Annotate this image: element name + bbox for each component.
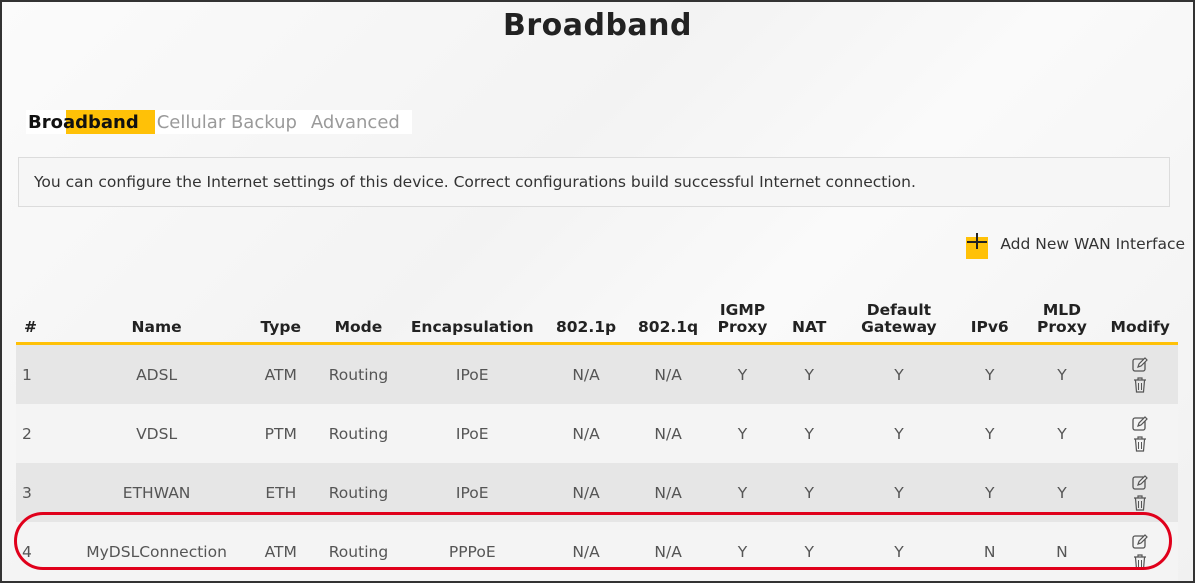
cell-8021p: N/A	[542, 522, 630, 581]
cell-name: MyDSLConnection	[66, 522, 247, 581]
cell-8021q: N/A	[629, 463, 707, 522]
cell-8021q: N/A	[629, 343, 707, 404]
table-row: 3 ETHWAN ETH Routing IPoE N/A N/A Y Y Y …	[16, 463, 1178, 522]
cell-igmp-proxy: Y	[706, 522, 779, 581]
cell-mode: Routing	[314, 463, 403, 522]
cell-8021q: N/A	[629, 522, 707, 581]
cell-mode: Routing	[314, 522, 403, 581]
table-row: 1 ADSL ATM Routing IPoE N/A N/A Y Y Y Y …	[16, 343, 1178, 404]
cell-ipv6: Y	[958, 404, 1022, 463]
cell-default-gateway: Y	[839, 343, 958, 404]
cell-nat: Y	[778, 343, 840, 404]
cell-ipv6: N	[958, 522, 1022, 581]
cell-mld-proxy: Y	[1021, 463, 1103, 522]
cell-encapsulation: PPPoE	[402, 522, 543, 581]
cell-igmp-proxy: Y	[706, 463, 779, 522]
broadband-page: Broadband Broadband Cellular Backup Adva…	[0, 0, 1195, 583]
col-igmp-proxy-header: IGMP Proxy	[706, 280, 779, 345]
col-default-gateway-header: Default Gateway	[839, 280, 958, 345]
table-row: 2 VDSL PTM Routing IPoE N/A N/A Y Y Y Y …	[16, 404, 1178, 463]
col-encapsulation-header: Encapsulation	[402, 280, 543, 345]
col-index-header: #	[16, 280, 67, 345]
cell-modify	[1102, 343, 1178, 404]
cell-name: ETHWAN	[66, 463, 247, 522]
cell-mode: Routing	[314, 343, 403, 404]
cell-type: ATM	[246, 522, 315, 581]
add-wan-button[interactable]: Add New WAN Interface	[966, 233, 1185, 259]
cell-mode: Routing	[314, 404, 403, 463]
wan-table: # Name Type Mode Encapsulation 802.1p 80…	[16, 280, 1178, 581]
add-wan-label: Add New WAN Interface	[1000, 235, 1185, 253]
delete-icon[interactable]	[1133, 494, 1147, 511]
col-8021q-header: 802.1q	[629, 280, 707, 345]
cell-ipv6: Y	[958, 343, 1022, 404]
cell-igmp-proxy: Y	[706, 404, 779, 463]
cell-8021p: N/A	[542, 343, 630, 404]
tab-bar: Broadband Cellular Backup Advanced	[26, 110, 412, 134]
delete-icon[interactable]	[1133, 435, 1147, 452]
col-8021p-header: 802.1p	[542, 280, 630, 345]
col-name-header: Name	[66, 280, 247, 345]
cell-name: VDSL	[66, 404, 247, 463]
table-row: 4 MyDSLConnection ATM Routing PPPoE N/A …	[16, 522, 1178, 581]
table-header-row: # Name Type Mode Encapsulation 802.1p 80…	[16, 280, 1178, 345]
cell-index: 4	[16, 522, 67, 581]
cell-encapsulation: IPoE	[402, 463, 543, 522]
cell-8021q: N/A	[629, 404, 707, 463]
cell-igmp-proxy: Y	[706, 343, 779, 404]
cell-index: 2	[16, 404, 67, 463]
tab-broadband[interactable]: Broadband	[26, 110, 155, 134]
edit-icon[interactable]	[1132, 415, 1149, 432]
col-ipv6-header: IPv6	[958, 280, 1022, 345]
info-text: You can configure the Internet settings …	[34, 173, 916, 191]
cell-mld-proxy: Y	[1021, 343, 1103, 404]
cell-mld-proxy: Y	[1021, 404, 1103, 463]
cell-index: 3	[16, 463, 67, 522]
page-title: Broadband	[502, 8, 693, 43]
cell-8021p: N/A	[542, 463, 630, 522]
cell-modify	[1102, 522, 1178, 581]
cell-default-gateway: Y	[839, 404, 958, 463]
cell-encapsulation: IPoE	[402, 343, 543, 404]
col-type-header: Type	[246, 280, 315, 345]
cell-name: ADSL	[66, 343, 247, 404]
cell-8021p: N/A	[542, 404, 630, 463]
cell-type: PTM	[246, 404, 315, 463]
cell-encapsulation: IPoE	[402, 404, 543, 463]
edit-icon[interactable]	[1132, 474, 1149, 491]
cell-type: ATM	[246, 343, 315, 404]
plus-icon	[966, 233, 989, 259]
cell-nat: Y	[778, 404, 840, 463]
edit-icon[interactable]	[1132, 356, 1149, 373]
tab-cellular-backup[interactable]: Cellular Backup	[155, 110, 309, 134]
cell-default-gateway: Y	[839, 463, 958, 522]
cell-modify	[1102, 404, 1178, 463]
info-banner: You can configure the Internet settings …	[18, 157, 1170, 207]
cell-mld-proxy: N	[1021, 522, 1103, 581]
delete-icon[interactable]	[1133, 376, 1147, 393]
cell-index: 1	[16, 343, 67, 404]
edit-icon[interactable]	[1132, 533, 1149, 550]
col-mld-proxy-header: MLD Proxy	[1021, 280, 1103, 345]
tab-advanced[interactable]: Advanced	[309, 110, 412, 134]
cell-ipv6: Y	[958, 463, 1022, 522]
cell-nat: Y	[778, 522, 840, 581]
cell-nat: Y	[778, 463, 840, 522]
cell-default-gateway: Y	[839, 522, 958, 581]
col-mode-header: Mode	[314, 280, 403, 345]
col-nat-header: NAT	[778, 280, 840, 345]
cell-modify	[1102, 463, 1178, 522]
delete-icon[interactable]	[1133, 553, 1147, 570]
cell-type: ETH	[246, 463, 315, 522]
col-modify-header: Modify	[1102, 280, 1178, 345]
